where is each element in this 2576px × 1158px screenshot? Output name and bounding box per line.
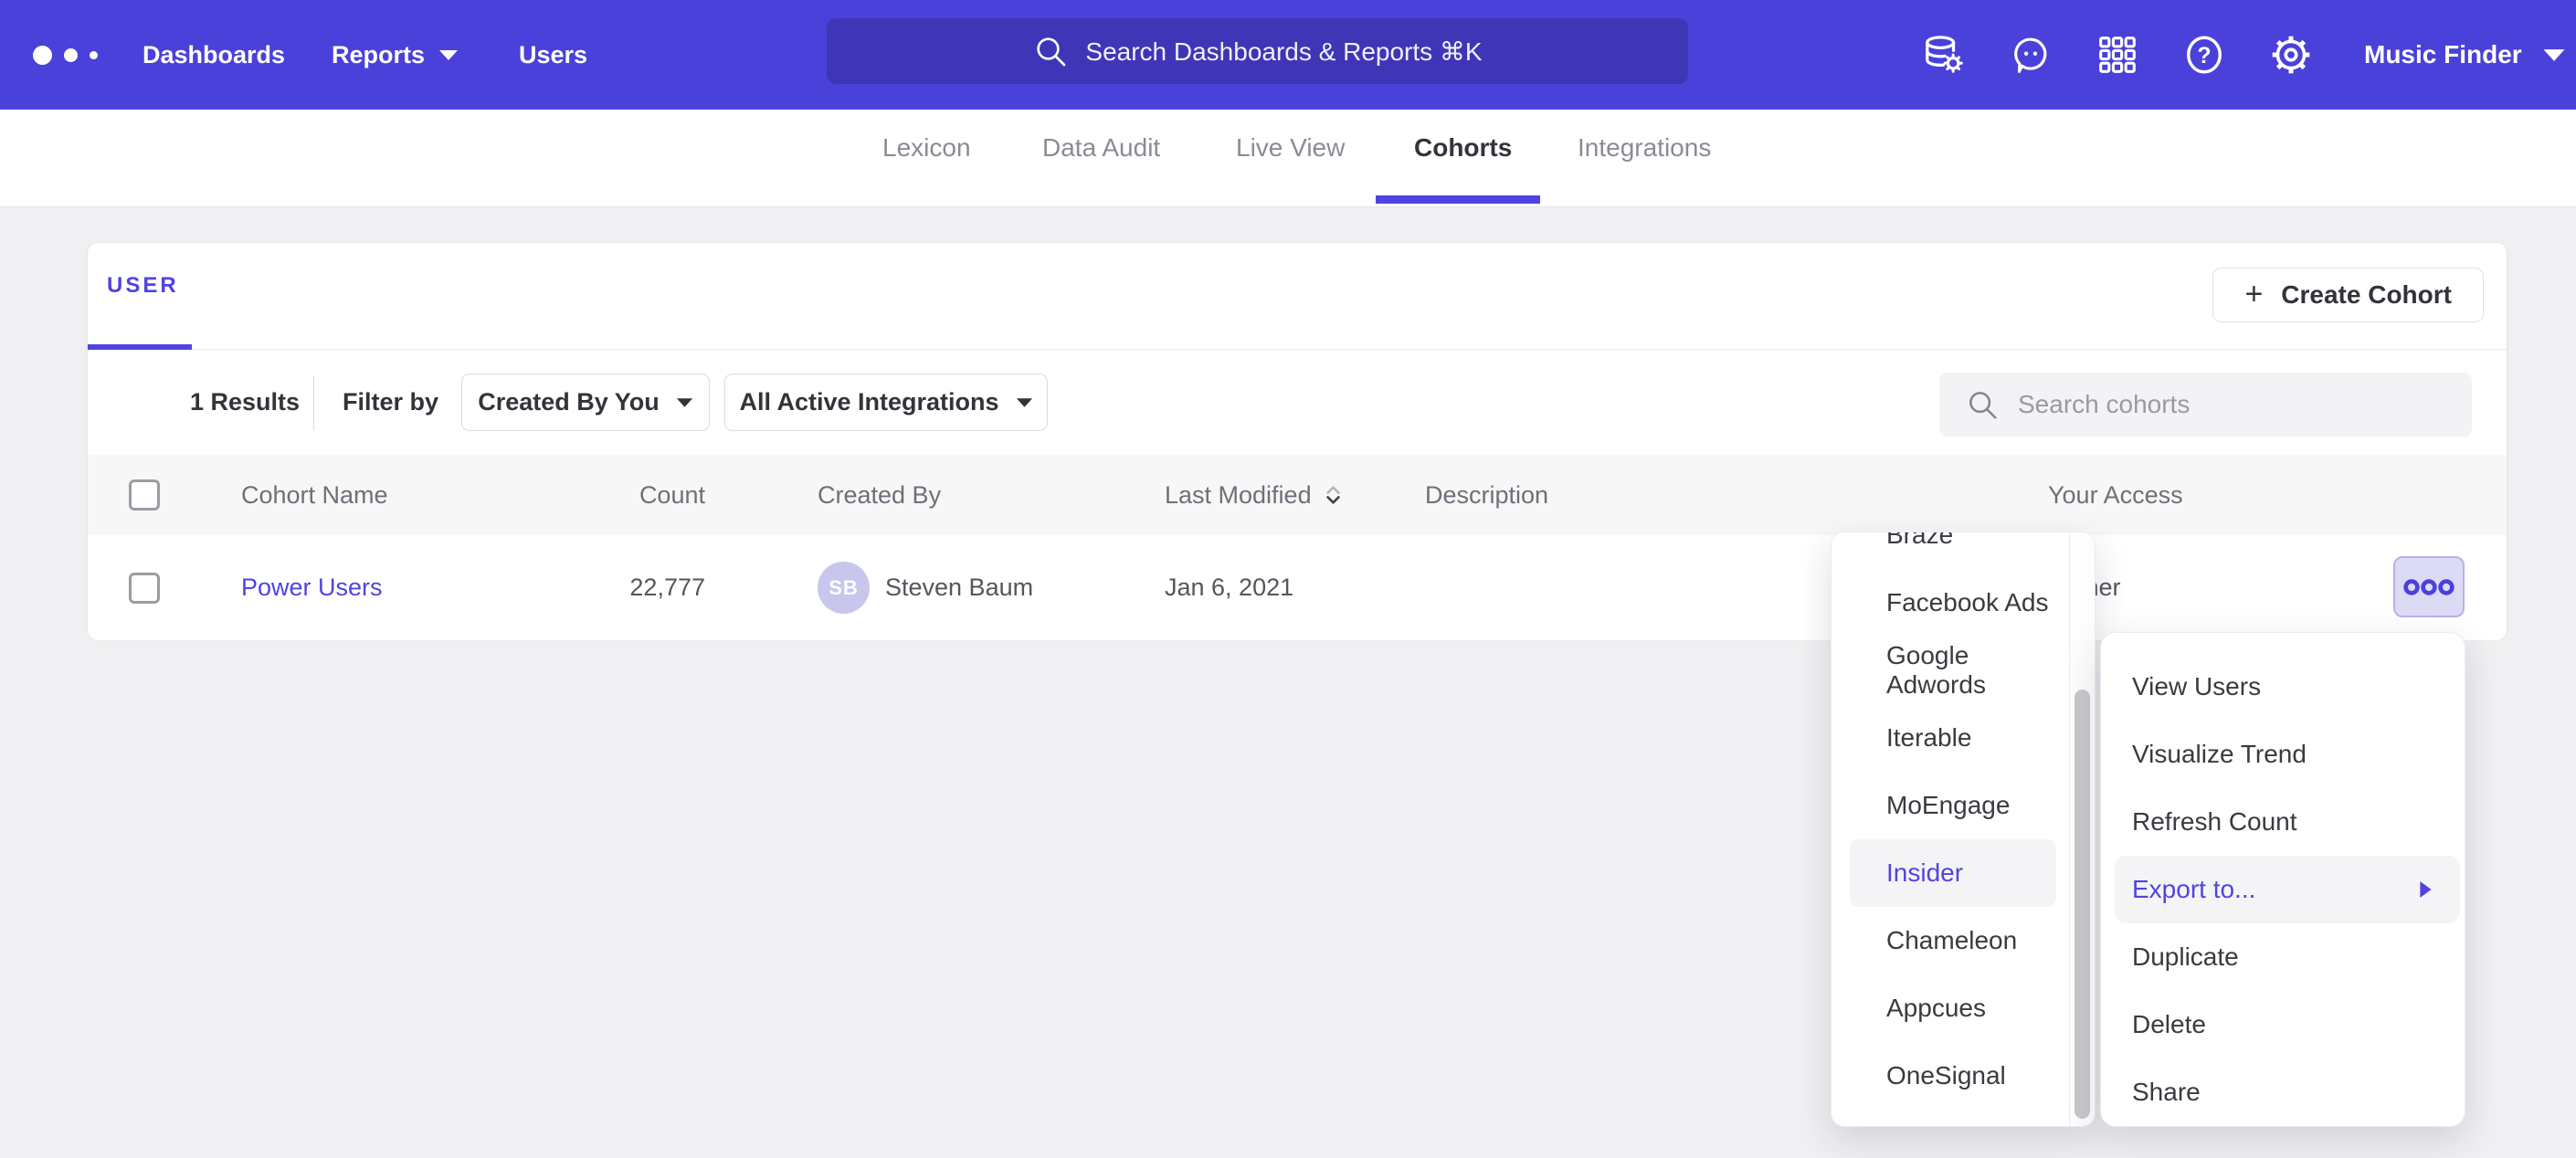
tab-cohorts[interactable]: Cohorts: [1414, 133, 1512, 163]
last-modified-value: Jan 6, 2021: [1165, 535, 1293, 640]
help-icon[interactable]: ?: [2183, 34, 2225, 76]
create-cohort-button[interactable]: + Create Cohort: [2212, 268, 2484, 322]
svg-text:?: ?: [2197, 43, 2211, 68]
create-cohort-label: Create Cohort: [2281, 280, 2452, 310]
cohort-type-tabs: USER + Create Cohort: [88, 243, 2507, 350]
col-description[interactable]: Description: [1425, 455, 1548, 535]
results-count: 1 Results: [190, 350, 300, 455]
menu-refresh-count[interactable]: Refresh Count: [2101, 788, 2465, 856]
filter-active-integrations-label: All Active Integrations: [739, 388, 998, 416]
select-all-checkbox[interactable]: [129, 479, 160, 511]
app-menu-dots-icon[interactable]: [33, 0, 98, 110]
export-target-insider[interactable]: Insider: [1850, 839, 2056, 907]
search-icon: [1032, 33, 1069, 69]
tab-user-cohorts[interactable]: USER: [107, 273, 179, 299]
feedback-icon[interactable]: [2010, 34, 2052, 76]
global-search-input[interactable]: Search Dashboards & Reports ⌘K: [827, 18, 1688, 84]
cohorts-panel: USER + Create Cohort 1 Results Filter by…: [87, 242, 2507, 639]
project-switcher[interactable]: Music Finder: [2364, 0, 2566, 110]
creator-name: Steven Baum: [885, 574, 1033, 602]
menu-export-to-label: Export to...: [2132, 875, 2255, 904]
row-checkbox[interactable]: [129, 573, 160, 604]
cohort-count: 22,777: [523, 535, 705, 640]
filter-active-integrations[interactable]: All Active Integrations: [724, 374, 1048, 431]
nav-reports[interactable]: Reports: [332, 0, 459, 110]
submenu-scrollbar-thumb[interactable]: [2075, 690, 2090, 1119]
export-target-braze[interactable]: Braze: [1832, 532, 2069, 569]
menu-view-users[interactable]: View Users: [2101, 653, 2465, 721]
filter-created-by-label: Created By You: [478, 388, 660, 416]
menu-duplicate[interactable]: Duplicate: [2101, 923, 2465, 991]
chevron-down-icon: [2542, 48, 2566, 62]
filter-created-by[interactable]: Created By You: [461, 374, 710, 431]
tab-lexicon[interactable]: Lexicon: [882, 133, 971, 163]
creator-avatar: SB: [818, 562, 870, 614]
menu-visualize-trend[interactable]: Visualize Trend: [2101, 721, 2465, 788]
submenu-scrollbar-track[interactable]: [2069, 532, 2095, 1126]
cohort-row: Power Users 22,777 SB Steven Baum Jan 6,…: [88, 535, 2507, 640]
project-name: Music Finder: [2364, 40, 2522, 69]
global-search-placeholder: Search Dashboards & Reports ⌘K: [1085, 37, 1482, 67]
active-tab-underline: [1376, 195, 1540, 204]
data-management-icon[interactable]: [1923, 34, 1965, 76]
export-target-chameleon[interactable]: Chameleon: [1832, 907, 2069, 974]
cohort-name-link[interactable]: Power Users: [241, 574, 383, 602]
menu-delete[interactable]: Delete: [2101, 991, 2465, 1058]
apps-grid-icon[interactable]: [2096, 34, 2138, 76]
nav-dashboards[interactable]: Dashboards: [143, 0, 285, 110]
plus-icon: +: [2244, 279, 2263, 310]
tab-integrations[interactable]: Integrations: [1578, 133, 1711, 163]
chevron-down-icon: [438, 49, 459, 61]
nav-users[interactable]: Users: [519, 0, 587, 110]
top-navbar: Dashboards Reports Users Search Dashboar…: [0, 0, 2576, 110]
sort-icon[interactable]: [1325, 484, 1342, 506]
tab-live-view[interactable]: Live View: [1236, 133, 1345, 163]
col-cohort-name[interactable]: Cohort Name: [241, 455, 388, 535]
export-target-moengage[interactable]: MoEngage: [1832, 772, 2069, 839]
export-target-google-adwords[interactable]: Google Adwords: [1832, 637, 2069, 704]
export-target-onesignal[interactable]: OneSignal: [1832, 1042, 2069, 1110]
three-dots-icon: [2402, 578, 2455, 596]
col-count[interactable]: Count: [523, 455, 705, 535]
row-context-menu: View Users Visualize Trend Refresh Count…: [2101, 633, 2465, 1126]
search-cohorts-placeholder: Search cohorts: [2018, 390, 2190, 419]
search-icon: [1965, 387, 2000, 422]
submenu-arrow-icon: [2419, 880, 2433, 899]
search-cohorts-input[interactable]: Search cohorts: [1939, 373, 2472, 437]
export-target-facebook-ads[interactable]: Facebook Ads: [1832, 569, 2069, 637]
row-actions-button[interactable]: [2393, 556, 2465, 617]
chevron-down-icon: [676, 397, 693, 408]
export-target-iterable[interactable]: Iterable: [1832, 704, 2069, 772]
tab-data-audit[interactable]: Data Audit: [1042, 133, 1160, 163]
export-destinations-menu: Braze Facebook Ads Google Adwords Iterab…: [1832, 532, 2095, 1126]
settings-gear-icon[interactable]: [2270, 34, 2312, 76]
export-target-appcues[interactable]: Appcues: [1832, 974, 2069, 1042]
filter-by-label: Filter by: [343, 350, 438, 455]
chevron-down-icon: [1016, 397, 1033, 408]
section-tabbar: Lexicon Data Audit Live View Cohorts Int…: [0, 110, 2576, 207]
menu-share[interactable]: Share: [2101, 1058, 2465, 1126]
col-created-by[interactable]: Created By: [818, 455, 941, 535]
col-your-access[interactable]: Your Access: [2048, 455, 2183, 535]
filter-toolbar: 1 Results Filter by Created By You All A…: [88, 350, 2507, 455]
nav-reports-label: Reports: [332, 41, 425, 69]
table-header: Cohort Name Count Created By Last Modifi…: [88, 455, 2507, 535]
divider: [313, 375, 314, 430]
col-last-modified[interactable]: Last Modified: [1165, 455, 1342, 535]
menu-export-to[interactable]: Export to...: [2115, 856, 2460, 923]
